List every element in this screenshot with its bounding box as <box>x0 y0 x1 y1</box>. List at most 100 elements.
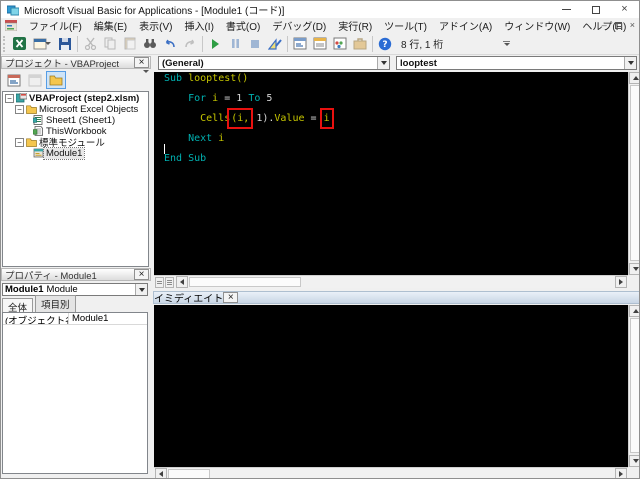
tab-categorized[interactable]: 項目別 <box>35 295 76 312</box>
properties-close-button[interactable]: × <box>134 269 149 280</box>
menu-item-8[interactable]: ツール(T) <box>378 17 433 34</box>
code-token: Next <box>188 133 212 144</box>
scroll-down-button[interactable] <box>629 263 640 275</box>
property-value[interactable]: Module1 <box>69 313 147 324</box>
view-excel-button[interactable] <box>9 34 29 54</box>
tree-item-excel-objects[interactable]: − Microsoft Excel Objects <box>3 104 148 114</box>
tab-alphabetic[interactable]: 全体 <box>2 298 33 312</box>
mdi-close-button[interactable]: × <box>630 21 635 30</box>
immediate-horizontal-scrollbar[interactable] <box>154 467 628 479</box>
scroll-right-button[interactable] <box>615 468 627 479</box>
full-module-view-button[interactable] <box>165 277 174 288</box>
code-line-3[interactable]: For i = 1 To 5 <box>164 94 628 104</box>
code-token: End Sub <box>164 153 206 164</box>
toolbar-overflow-button[interactable] <box>503 41 510 46</box>
procedure-view-button[interactable] <box>155 277 164 288</box>
find-button[interactable] <box>140 34 160 54</box>
code-token <box>164 93 188 104</box>
menu-item-4[interactable]: 挿入(I) <box>178 17 219 34</box>
redo-button[interactable] <box>180 34 200 54</box>
code-vertical-scrollbar[interactable] <box>628 72 640 275</box>
scroll-left-button[interactable] <box>155 468 167 479</box>
scroll-down-button[interactable] <box>629 455 640 467</box>
minimize-button[interactable] <box>552 1 581 18</box>
scroll-up-button[interactable] <box>629 305 640 317</box>
code-horizontal-scrollbar[interactable] <box>154 275 628 288</box>
scroll-left-button[interactable] <box>176 276 188 288</box>
help-button[interactable]: ? <box>375 34 395 54</box>
scrollbar-thumb[interactable] <box>168 469 210 479</box>
project-close-button[interactable]: × <box>134 57 149 68</box>
collapse-icon[interactable]: − <box>5 94 14 103</box>
undo-button[interactable] <box>160 34 180 54</box>
collapse-icon[interactable]: − <box>15 105 24 114</box>
design-mode-icon <box>268 37 282 50</box>
menu-item-3[interactable]: 表示(V) <box>133 17 178 34</box>
maximize-button[interactable] <box>581 1 610 18</box>
immediate-vertical-scrollbar[interactable] <box>628 305 640 467</box>
tree-item-module1[interactable]: Module1 <box>3 148 148 158</box>
menu-item-7[interactable]: 実行(R) <box>332 17 378 34</box>
code-line-7[interactable]: Next i <box>164 134 628 144</box>
code-line-9[interactable]: End Sub <box>164 154 628 164</box>
design-mode-button[interactable] <box>265 34 285 54</box>
toolbox-button[interactable] <box>350 34 370 54</box>
property-row[interactable]: (オブジェクト名) Module1 <box>3 313 147 325</box>
close-button[interactable]: × <box>610 1 639 18</box>
view-object-button[interactable] <box>25 71 45 89</box>
chevron-down-icon <box>381 61 387 65</box>
window-title: Microsoft Visual Basic for Applications … <box>24 2 284 17</box>
arrow-up-icon <box>633 309 639 313</box>
tree-item-sheet1[interactable]: Sheet1 (Sheet1) <box>3 115 148 125</box>
procedure-dropdown[interactable]: looptest <box>396 56 637 70</box>
properties-grid: (オブジェクト名) Module1 <box>2 312 148 474</box>
code-token: Cells <box>200 113 230 124</box>
menu-item-1[interactable]: ファイル(F) <box>23 17 88 34</box>
scroll-right-button[interactable] <box>615 276 627 288</box>
code-line-5[interactable]: Cells(i, 1).Value = i <box>164 114 628 124</box>
collapse-icon[interactable]: − <box>15 138 24 147</box>
tree-item-standard-modules[interactable]: − 標準モジュール <box>3 137 148 147</box>
object-browser-icon <box>333 37 347 50</box>
menu-item-5[interactable]: 書式(O) <box>220 17 266 34</box>
save-button[interactable] <box>55 34 75 54</box>
scrollbar-thumb[interactable] <box>189 277 301 287</box>
code-line-8[interactable] <box>164 144 628 154</box>
insert-userform-button[interactable] <box>29 34 55 54</box>
menu-item-2[interactable]: 編集(E) <box>88 17 133 34</box>
mdi-minimize-button[interactable]: – <box>602 21 607 30</box>
object-dropdown-button[interactable] <box>377 57 389 69</box>
view-code-button[interactable] <box>4 71 24 89</box>
menu-item-6[interactable]: デバッグ(D) <box>266 17 332 34</box>
break-button[interactable] <box>225 34 245 54</box>
project-explorer-button[interactable] <box>290 34 310 54</box>
immediate-window-body[interactable] <box>154 305 628 467</box>
reset-button[interactable] <box>245 34 265 54</box>
properties-window-title: プロパティ - Module1 <box>2 268 134 282</box>
menu-item-10[interactable]: ウィンドウ(W) <box>498 17 576 34</box>
pause-icon <box>230 38 241 49</box>
run-button[interactable] <box>205 34 225 54</box>
code-line-1[interactable]: Sub looptest() <box>164 74 628 84</box>
tree-item-vbaproject[interactable]: − VBAProject (step2.xlsm) <box>3 93 148 103</box>
paste-button[interactable] <box>120 34 140 54</box>
scrollbar-thumb[interactable] <box>630 318 640 453</box>
copy-button[interactable] <box>100 34 120 54</box>
mdi-restore-button[interactable] <box>615 22 622 29</box>
svg-text:?: ? <box>382 40 387 50</box>
procedure-dropdown-button[interactable] <box>624 57 636 69</box>
properties-window-button[interactable] <box>310 34 330 54</box>
object-browser-button[interactable] <box>330 34 350 54</box>
code-editor[interactable]: Sub looptest() For i = 1 To 5 Cells(i, 1… <box>154 72 628 275</box>
menu-item-9[interactable]: アドイン(A) <box>433 17 498 34</box>
toggle-folders-button[interactable] <box>46 71 66 89</box>
object-dropdown[interactable]: (General) <box>158 56 390 70</box>
properties-window-header: プロパティ - Module1 × <box>1 268 151 281</box>
chevron-down-icon <box>628 61 634 65</box>
project-toolbar-overflow[interactable] <box>145 73 149 84</box>
scroll-up-button[interactable] <box>629 72 640 84</box>
immediate-close-button[interactable]: × <box>223 292 238 303</box>
object-selector-dropdown-button[interactable] <box>135 284 147 295</box>
cut-button[interactable] <box>80 34 100 54</box>
scrollbar-thumb[interactable] <box>630 85 640 261</box>
